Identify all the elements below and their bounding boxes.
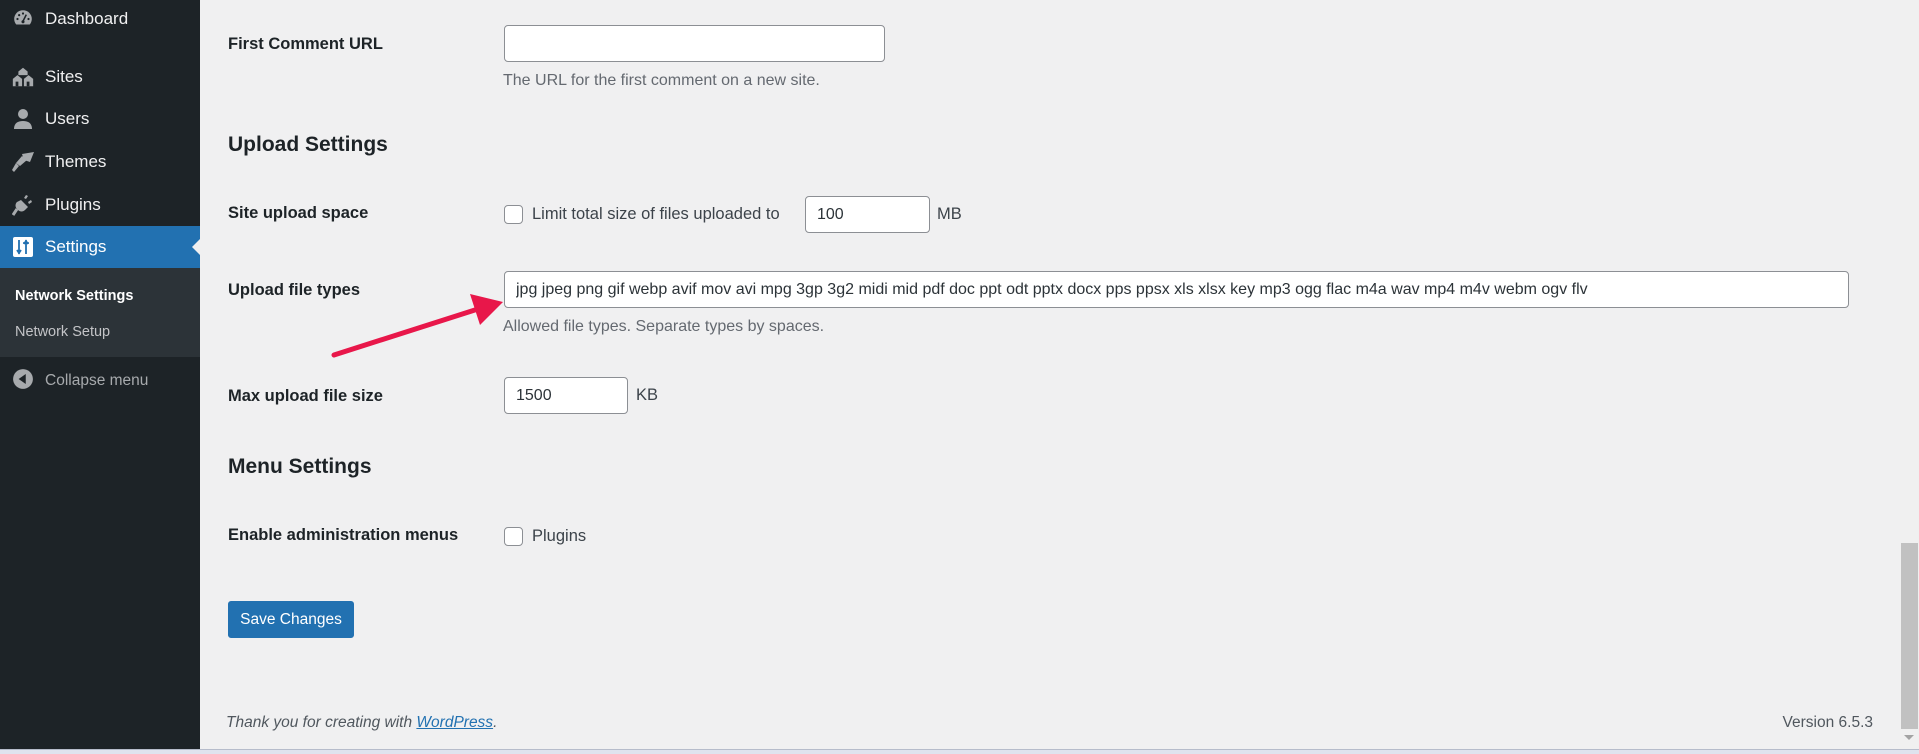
sidebar-item-label: Dashboard (45, 9, 129, 28)
upload-file-types-label: Upload file types (228, 281, 361, 299)
themes-icon (11, 150, 35, 174)
upload-file-types-input[interactable] (504, 271, 1849, 308)
upload-file-types-description: Allowed file types. Separate types by sp… (503, 318, 825, 335)
collapse-menu-label: Collapse menu (45, 372, 149, 389)
scrollbar-thumb[interactable] (1901, 543, 1918, 729)
sidebar-item-dashboard[interactable]: Dashboard (0, 0, 200, 38)
settings-submenu: Network Settings Network Setup (0, 268, 200, 357)
sidebar-item-label: Users (45, 109, 90, 128)
settings-icon (11, 235, 35, 259)
sidebar-item-settings[interactable]: Settings (0, 226, 200, 268)
collapse-menu-button[interactable]: Collapse menu (0, 366, 200, 396)
window-bottom-edge (0, 749, 1919, 754)
sidebar-item-label: Sites (45, 67, 83, 86)
sidebar-item-label: Plugins (45, 195, 101, 214)
dashboard-icon (11, 7, 35, 31)
sidebar-item-plugins[interactable]: Plugins (0, 184, 200, 226)
sidebar-item-label: Settings (45, 237, 107, 256)
wordpress-link[interactable]: WordPress (416, 714, 493, 731)
sidebar-item-themes[interactable]: Themes (0, 141, 200, 183)
max-upload-file-size-label: Max upload file size (228, 387, 383, 405)
arrow-shaft (331, 306, 481, 358)
submenu-item-network-settings[interactable]: Network Settings (15, 288, 133, 304)
upload-space-unit: MB (937, 205, 962, 223)
first-comment-url-label: First Comment URL (228, 35, 383, 53)
admin-sidebar: Dashboard Sites Users Themes Plugins Set… (0, 0, 200, 749)
footer-thanks-suffix: . (493, 714, 498, 731)
limit-upload-space-checkbox[interactable] (504, 205, 523, 224)
sidebar-item-label: Themes (45, 152, 107, 171)
annotation-arrow-icon (331, 294, 503, 358)
upload-space-quota-input[interactable] (805, 196, 930, 233)
first-comment-url-description: The URL for the first comment on a new s… (503, 72, 820, 89)
scroll-down-arrow-icon[interactable] (1904, 735, 1914, 740)
footer-thanks-text: Thank you for creating with (226, 714, 417, 731)
plugins-icon (11, 193, 35, 217)
plugins-menu-checkbox-label: Plugins (532, 527, 587, 545)
sidebar-item-users[interactable]: Users (0, 98, 200, 140)
sidebar-item-sites[interactable]: Sites (0, 56, 200, 98)
menu-settings-heading: Menu Settings (228, 455, 372, 478)
max-upload-file-size-input[interactable] (504, 377, 628, 414)
max-upload-file-size-unit: KB (636, 386, 659, 404)
limit-upload-space-text: Limit total size of files uploaded to (532, 205, 780, 223)
upload-settings-heading: Upload Settings (228, 133, 388, 156)
first-comment-url-input[interactable] (504, 25, 885, 62)
users-icon (11, 107, 35, 131)
arrow-head (470, 294, 503, 325)
enable-admin-menus-label: Enable administration menus (228, 526, 459, 544)
plugins-menu-checkbox[interactable] (504, 527, 523, 546)
footer-thanks: Thank you for creating with WordPress. (226, 714, 497, 732)
site-upload-space-label: Site upload space (228, 204, 369, 222)
submenu-item-network-setup[interactable]: Network Setup (15, 324, 110, 340)
collapse-arrow-icon (12, 368, 34, 395)
vertical-scrollbar[interactable] (1900, 0, 1919, 749)
save-changes-button[interactable]: Save Changes (228, 601, 354, 638)
sites-icon (11, 65, 35, 89)
version-text: Version 6.5.3 (1782, 714, 1873, 731)
